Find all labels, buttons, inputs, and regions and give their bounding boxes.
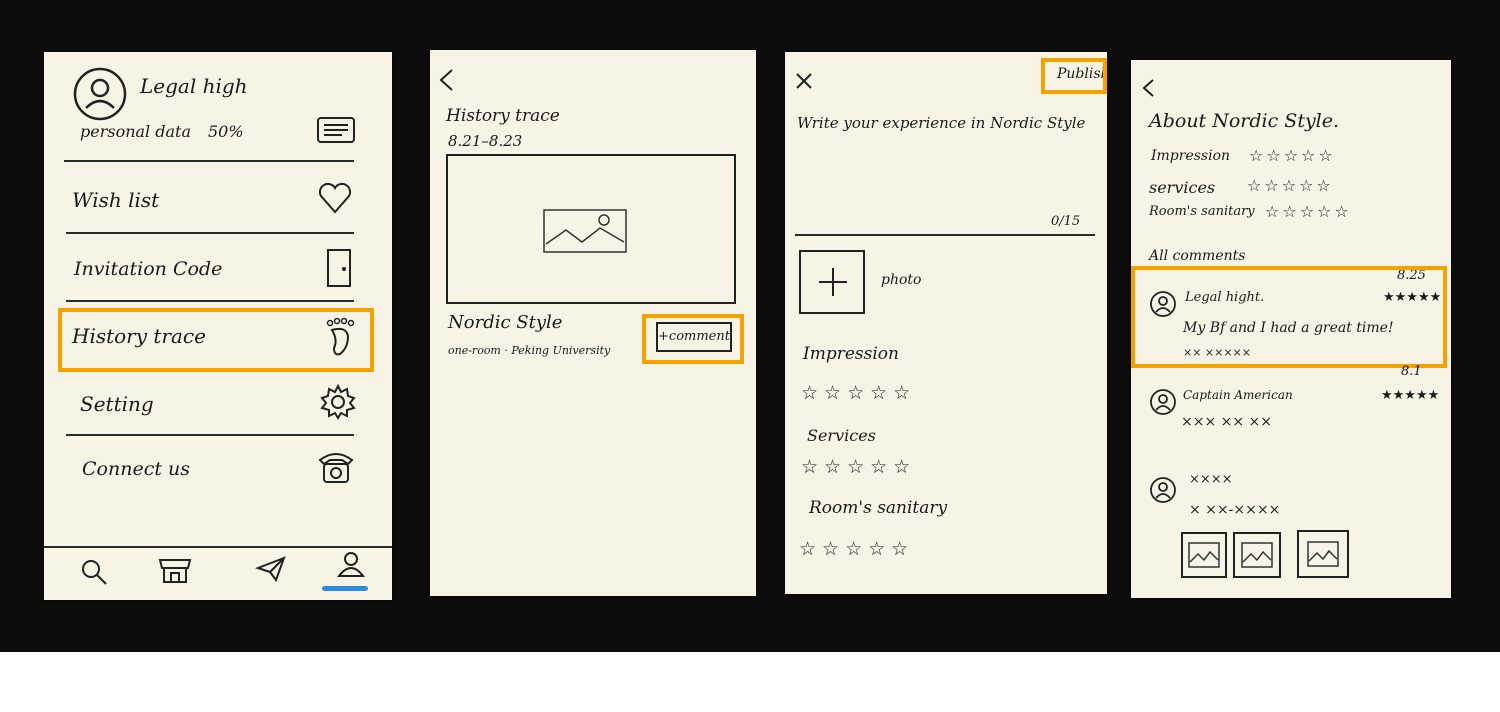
comment-text: × ××-×××× — [1189, 502, 1281, 518]
back-arrow-icon[interactable] — [438, 68, 454, 92]
user-name: Legal high — [140, 74, 248, 98]
plus-icon — [819, 268, 847, 296]
comment-photo[interactable] — [1297, 530, 1349, 578]
place-detail: one-room · Peking University — [448, 344, 611, 357]
avatar-icon[interactable] — [72, 66, 128, 122]
heart-icon — [318, 182, 352, 214]
impression-stars[interactable]: ☆☆☆☆☆ — [801, 382, 916, 404]
invitation-code-label: Invitation Code — [74, 258, 223, 280]
active-tab-indicator — [322, 586, 368, 591]
divider — [66, 434, 354, 436]
all-comments-label: All comments — [1149, 248, 1246, 264]
back-arrow-icon[interactable] — [1141, 78, 1155, 98]
history-screen: History trace 8.21–8.23 Nordic Style one… — [430, 50, 756, 596]
profile-icon[interactable] — [336, 550, 366, 580]
comment-user: Captain American — [1183, 388, 1293, 402]
comment-prompt[interactable]: Write your experience in Nordic Style — [797, 114, 1085, 132]
page-title: History trace — [446, 106, 560, 126]
place-image[interactable] — [446, 154, 736, 304]
personal-data-label[interactable]: personal data — [80, 122, 191, 141]
about-screen: About Nordic Style. Impression ☆☆☆☆☆ ser… — [1131, 60, 1451, 598]
image-placeholder-icon — [1188, 542, 1220, 568]
sanitary-label: Room's sanitary — [809, 498, 948, 518]
divider — [64, 160, 354, 162]
highlight-publish-button — [1041, 58, 1107, 94]
wish-list-label: Wish list — [72, 188, 160, 212]
image-placeholder-icon — [543, 209, 627, 253]
search-icon[interactable] — [80, 558, 108, 586]
sanitary-stars[interactable]: ☆☆☆☆☆ — [799, 538, 914, 560]
store-icon[interactable] — [158, 556, 192, 584]
page-title: About Nordic Style. — [1149, 110, 1340, 132]
comment-item[interactable]: ×××× × ××-×××× — [1131, 460, 1447, 590]
impression-stars: ☆☆☆☆☆ — [1249, 146, 1336, 165]
highlight-comment-item — [1131, 266, 1447, 368]
impression-label: Impression — [1151, 148, 1231, 164]
menu-item-wish-list[interactable]: Wish list — [62, 170, 358, 228]
gear-icon — [320, 383, 356, 420]
divider — [66, 232, 354, 234]
services-label: Services — [807, 426, 876, 445]
menu-item-invitation-code[interactable]: Invitation Code — [62, 238, 358, 298]
send-icon[interactable] — [255, 556, 286, 583]
comment-text: ××× ×× ×× — [1181, 414, 1273, 430]
char-count: 0/15 — [1051, 214, 1081, 229]
tab-bar-divider — [44, 546, 392, 548]
image-placeholder-icon — [1307, 541, 1339, 567]
door-icon — [327, 249, 351, 287]
comment-date: 8.1 — [1401, 364, 1422, 379]
avatar-icon — [1150, 477, 1176, 503]
personal-data-percent: 50% — [208, 122, 244, 141]
close-icon[interactable] — [795, 72, 813, 90]
write-comment-screen: Publish Write your experience in Nordic … — [785, 52, 1110, 594]
services-stars[interactable]: ☆☆☆☆☆ — [801, 456, 916, 478]
services-stars: ☆☆☆☆☆ — [1247, 176, 1334, 195]
services-label: services — [1149, 178, 1216, 197]
comment-photo[interactable] — [1181, 532, 1227, 578]
photo-label: photo — [881, 272, 922, 288]
connect-us-label: Connect us — [82, 458, 190, 480]
sanitary-label: Room's sanitary — [1149, 204, 1255, 219]
highlight-comment-button — [642, 314, 744, 364]
highlight-history-trace — [58, 308, 374, 372]
menu-item-connect-us[interactable]: Connect us — [62, 444, 358, 500]
comment-user: ×××× — [1189, 472, 1233, 487]
comment-stars: ★★★★★ — [1381, 388, 1440, 403]
divider — [66, 300, 354, 302]
date-range: 8.21–8.23 — [448, 132, 523, 150]
impression-label: Impression — [803, 344, 899, 364]
menu-item-setting[interactable]: Setting — [62, 376, 358, 432]
add-photo-button[interactable] — [799, 250, 865, 314]
image-placeholder-icon — [1241, 542, 1273, 568]
comment-photo[interactable] — [1233, 532, 1281, 578]
id-card-icon[interactable] — [316, 116, 356, 144]
telephone-icon — [318, 453, 354, 483]
sanitary-stars: ☆☆☆☆☆ — [1265, 202, 1352, 221]
profile-screen: Legal high personal data 50% Wish list I… — [44, 52, 392, 600]
comment-item[interactable]: 8.1 Captain American ★★★★★ ××× ×× ×× — [1131, 364, 1447, 434]
place-name: Nordic Style — [448, 312, 563, 333]
avatar-icon — [1150, 389, 1176, 415]
text-area-underline — [795, 234, 1095, 236]
setting-label: Setting — [80, 392, 154, 416]
